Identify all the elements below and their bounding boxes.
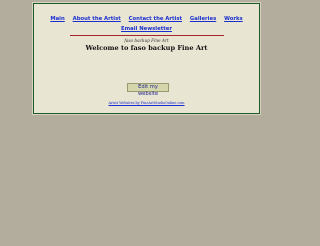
main-nav: Main About the Artist Contact the Artist… [34,14,259,24]
nav-second-row: Email Newsletter [34,24,259,34]
page-title: Welcome to faso backup Fine Art [85,44,208,52]
nav-item-about-the-artist[interactable]: About the Artist [73,16,121,22]
edit-website-button[interactable]: Edit my website [127,83,169,97]
nav-item-galleries[interactable]: Galleries [190,16,216,22]
header-divider [70,35,224,36]
site-subtitle: faso backup Fine Art [124,38,169,43]
footer: Artist Websites by FineArtStudioOnline.c… [34,101,259,105]
nav-item-contact-the-artist[interactable]: Contact the Artist [129,16,182,22]
nav-item-email-newsletter[interactable]: Email Newsletter [121,26,172,32]
nav-item-works[interactable]: Works [224,16,243,22]
content-panel: Main About the Artist Contact the Artist… [33,3,260,114]
footer-credit-link[interactable]: Artist Websites by FineArtStudioOnline.c… [108,101,184,105]
nav-item-main[interactable]: Main [50,16,64,22]
